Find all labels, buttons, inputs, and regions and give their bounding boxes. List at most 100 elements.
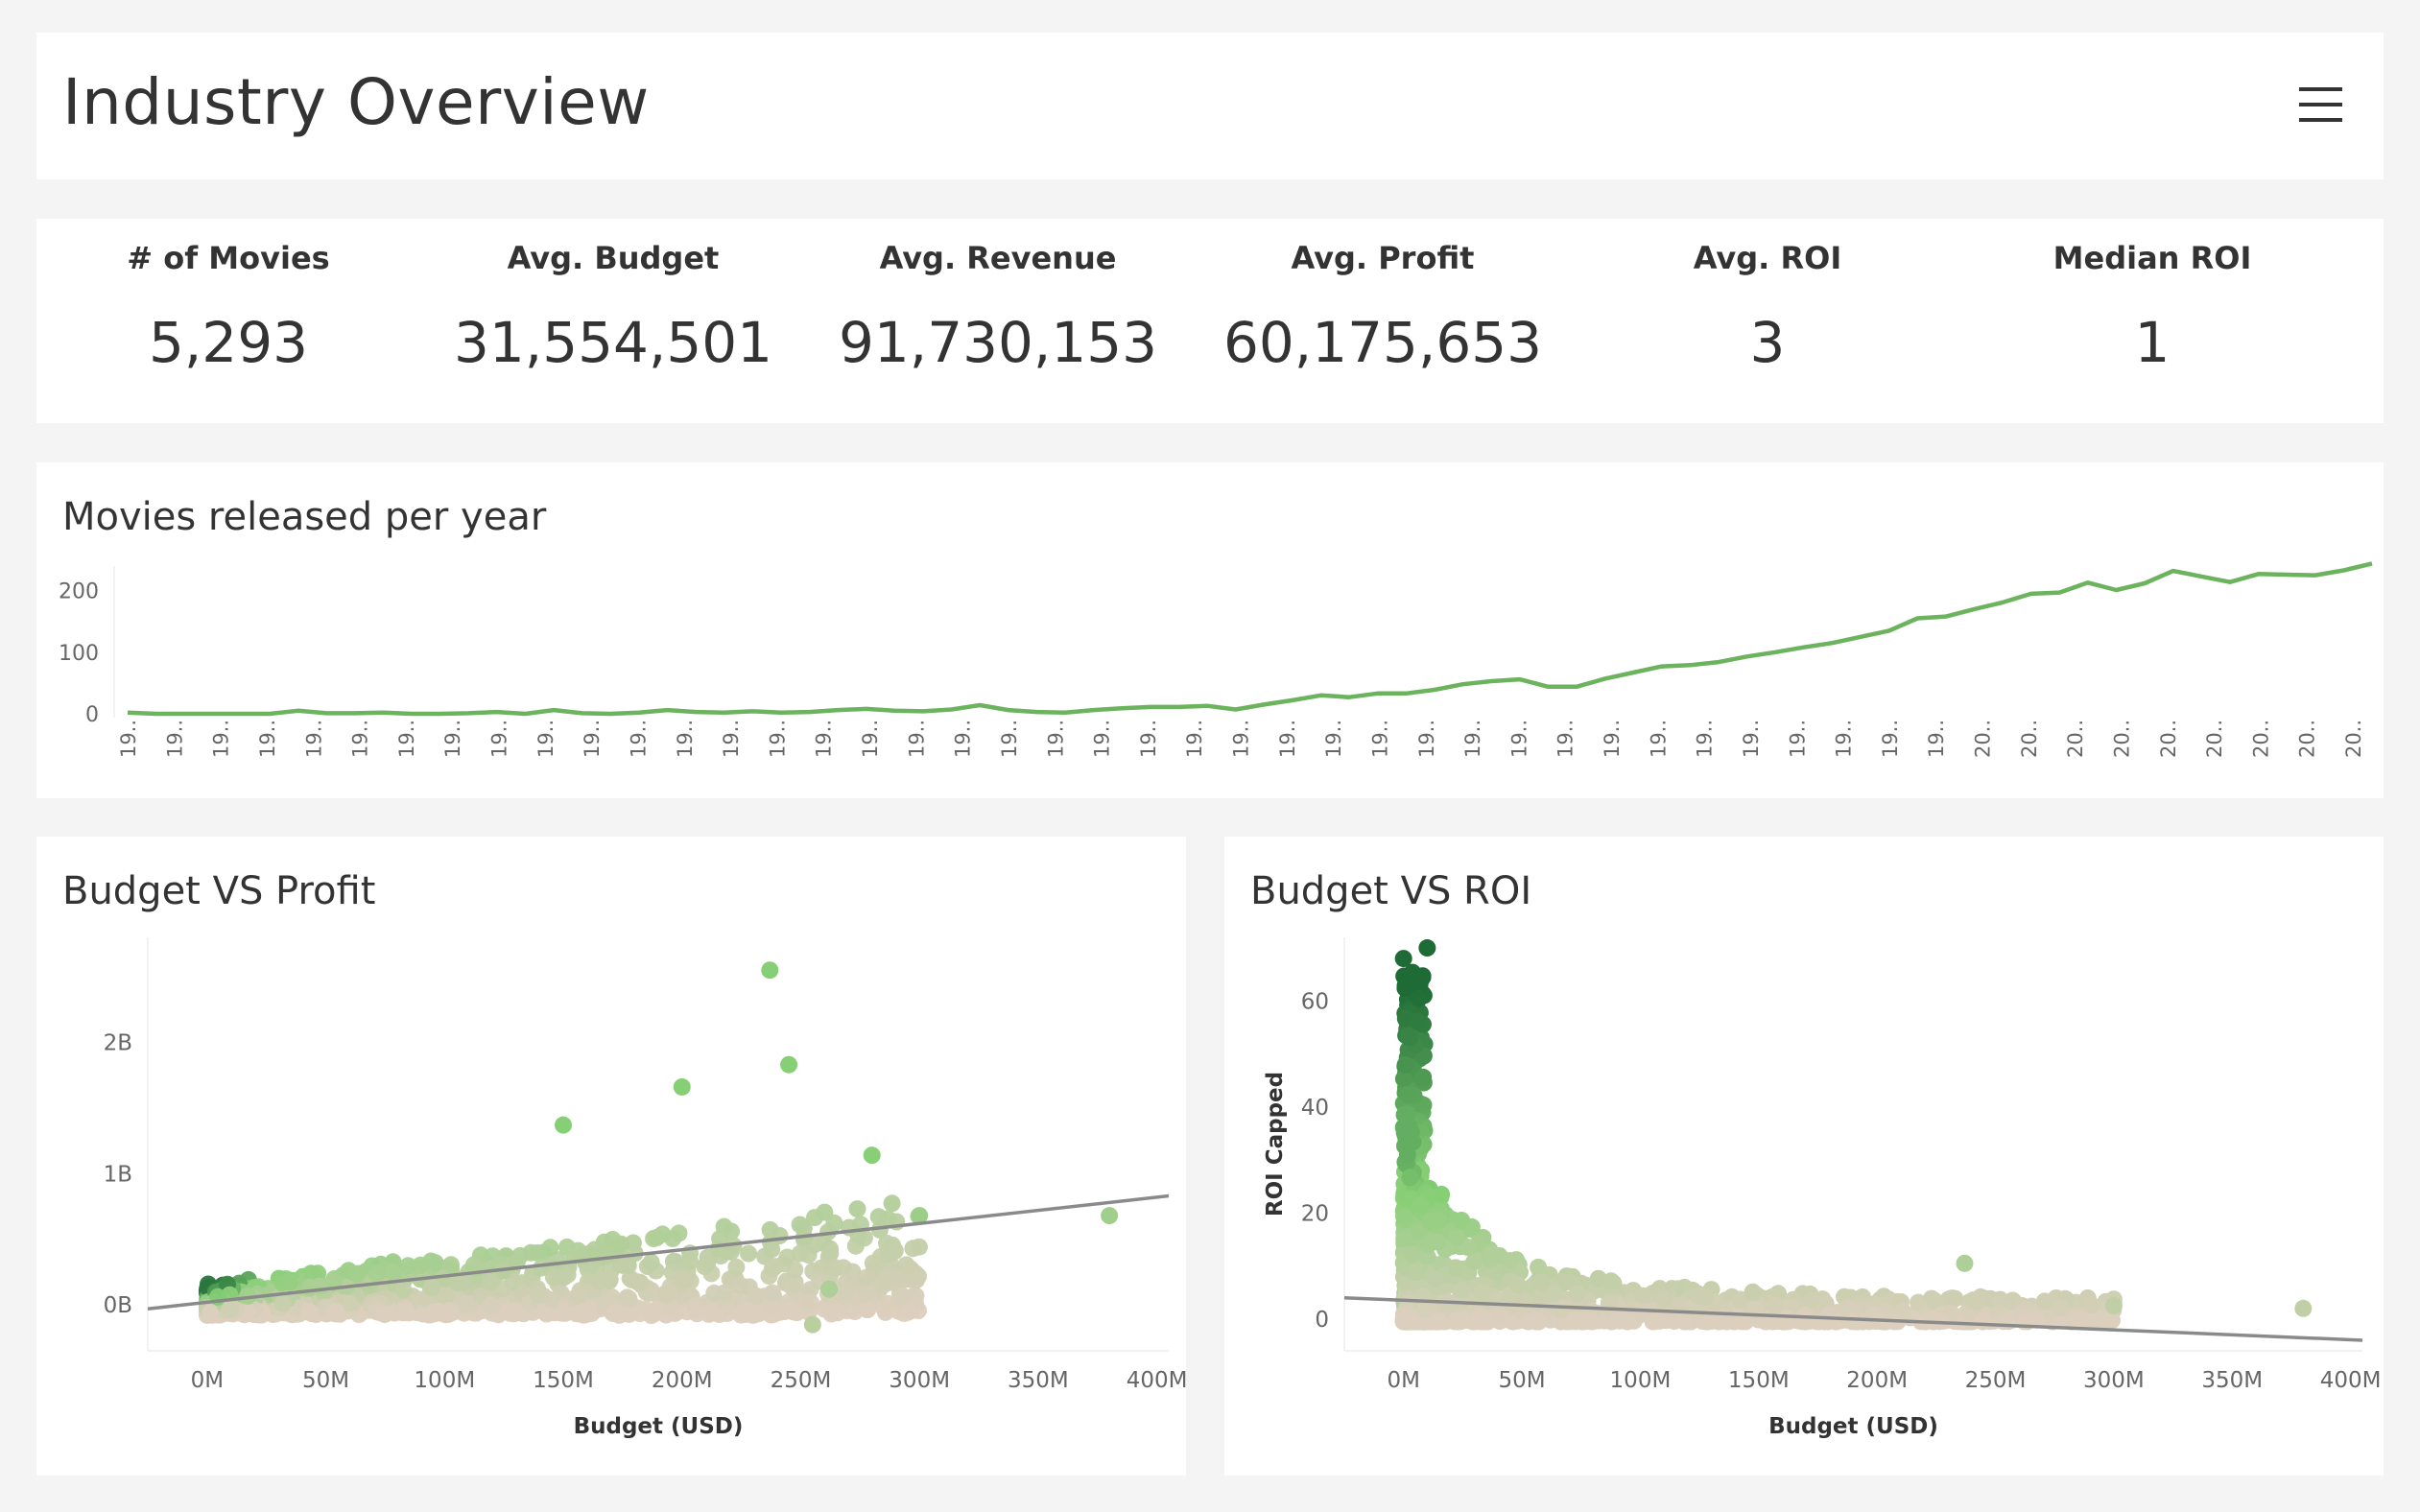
data-point xyxy=(273,1294,292,1312)
data-point xyxy=(886,1242,903,1261)
x-axis-label: Budget (USD) xyxy=(574,1414,744,1439)
data-point xyxy=(761,961,779,980)
x-tick-label: 300M xyxy=(889,1368,950,1393)
data-point xyxy=(1602,1272,1620,1290)
data-point xyxy=(715,1284,733,1302)
data-point xyxy=(394,1281,413,1299)
data-point xyxy=(1843,1312,1862,1331)
data-point xyxy=(1619,1312,1636,1331)
data-point xyxy=(864,1254,882,1272)
data-point xyxy=(1827,1312,1845,1331)
data-point xyxy=(1454,1311,1472,1330)
x-tick-label: 20.. xyxy=(2018,720,2041,758)
x-tick-label: 19.. xyxy=(813,720,836,758)
data-point xyxy=(699,1254,717,1272)
data-point xyxy=(1412,1196,1430,1215)
data-point xyxy=(1399,1085,1417,1103)
x-tick-label: 200M xyxy=(652,1368,713,1393)
data-point xyxy=(1396,1056,1414,1074)
data-point xyxy=(1395,1208,1412,1225)
data-point xyxy=(763,1240,781,1259)
kpi-value: 60,175,653 xyxy=(1222,310,1543,375)
data-point xyxy=(1946,1289,1964,1308)
x-tick-label: 20.. xyxy=(2249,720,2272,758)
data-point xyxy=(763,1284,781,1302)
data-point xyxy=(385,1264,402,1282)
data-point xyxy=(1583,1312,1601,1331)
data-point xyxy=(1492,1308,1509,1326)
data-point xyxy=(2104,1297,2123,1315)
data-point xyxy=(570,1305,588,1323)
data-point xyxy=(904,1240,922,1258)
x-tick-label: 20.. xyxy=(2064,720,2087,758)
data-point xyxy=(1403,1245,1421,1264)
data-point xyxy=(1974,1312,1992,1331)
data-point xyxy=(442,1256,460,1274)
data-point xyxy=(1420,1235,1438,1253)
data-point xyxy=(399,1257,417,1275)
x-tick-label: 19.. xyxy=(1879,720,1902,758)
data-point xyxy=(457,1294,475,1312)
x-tick-label: 19.. xyxy=(905,720,928,758)
data-point xyxy=(2035,1292,2053,1311)
data-point xyxy=(631,1274,650,1292)
data-point xyxy=(863,1146,881,1165)
data-point xyxy=(619,1257,637,1275)
x-tick-label: 19.. xyxy=(210,720,233,758)
data-point xyxy=(221,1300,239,1318)
data-point xyxy=(1402,1123,1420,1142)
y-tick-label: 40 xyxy=(1301,1096,1329,1121)
point-cloud xyxy=(198,1194,928,1324)
data-point xyxy=(820,1280,839,1298)
data-point xyxy=(1400,1028,1418,1047)
kpi-value: 3 xyxy=(1749,310,1786,375)
x-tick-label: 19.. xyxy=(720,720,743,758)
data-point xyxy=(883,1194,901,1213)
x-tick-label: 19.. xyxy=(1415,720,1438,758)
data-point xyxy=(1430,1312,1448,1331)
data-point xyxy=(899,1303,917,1321)
y-axis-label: ROI Capped xyxy=(1263,1072,1288,1217)
data-point xyxy=(1689,1287,1707,1305)
data-point xyxy=(803,1315,821,1334)
data-point xyxy=(1508,1276,1527,1294)
x-tick-label: 150M xyxy=(1728,1368,1790,1393)
data-point xyxy=(620,1289,638,1308)
data-point xyxy=(1394,950,1412,968)
data-point xyxy=(1744,1283,1762,1301)
y-tick-label: 60 xyxy=(1301,989,1329,1014)
x-tick-label: 19.. xyxy=(117,720,140,758)
data-point xyxy=(1452,1281,1470,1299)
data-point xyxy=(645,1305,663,1323)
x-tick-label: 19.. xyxy=(1507,720,1530,758)
data-point xyxy=(786,1261,804,1279)
data-point xyxy=(375,1306,393,1324)
x-tick-label: 100M xyxy=(1610,1368,1672,1393)
x-tick-label: 19.. xyxy=(1461,720,1484,758)
x-tick-label: 19.. xyxy=(1601,720,1624,758)
kpi-avg-budget: Avg. Budget 31,554,501 xyxy=(421,219,805,423)
x-tick-label: 19.. xyxy=(488,720,511,758)
data-point xyxy=(660,1285,678,1303)
data-point xyxy=(1531,1273,1550,1291)
data-point xyxy=(585,1240,604,1259)
data-point xyxy=(673,1077,691,1096)
data-point xyxy=(857,1285,875,1303)
x-axis-label: Budget (USD) xyxy=(1768,1414,1938,1439)
data-point xyxy=(2294,1299,2313,1317)
data-point xyxy=(1415,1301,1434,1319)
x-tick-label: 20.. xyxy=(2342,720,2365,758)
header-card: Industry Overview xyxy=(36,33,2384,179)
point-cloud xyxy=(1394,963,2123,1331)
data-point xyxy=(570,1287,587,1305)
hamburger-menu-icon[interactable] xyxy=(2299,87,2342,122)
x-tick-label: 19.. xyxy=(1833,720,1856,758)
data-point xyxy=(545,1268,562,1287)
data-point xyxy=(1401,1169,1419,1187)
x-tick-label: 19.. xyxy=(627,720,650,758)
data-point xyxy=(838,1282,855,1300)
x-tick-label: 19.. xyxy=(1647,720,1670,758)
x-tick-label: 19.. xyxy=(1694,720,1717,758)
x-tick-label: 19.. xyxy=(766,720,789,758)
data-point xyxy=(1968,1293,1986,1311)
